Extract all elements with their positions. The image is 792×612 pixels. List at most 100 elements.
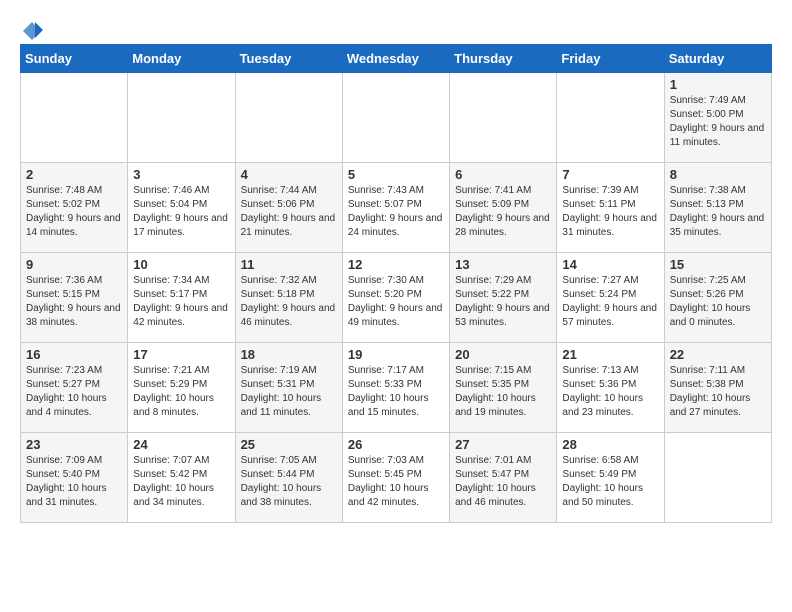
day-number: 19 bbox=[348, 347, 444, 362]
calendar-empty-cell bbox=[235, 73, 342, 163]
calendar-day-15: 15 Sunrise: 7:25 AM Sunset: 5:26 PM Dayli… bbox=[664, 253, 771, 343]
calendar-day-21: 21 Sunrise: 7:13 AM Sunset: 5:36 PM Dayli… bbox=[557, 343, 664, 433]
calendar-empty-cell bbox=[342, 73, 449, 163]
day-number: 11 bbox=[241, 257, 337, 272]
calendar-day-17: 17Sunrise: 7:21 AM Sunset: 5:29 PM Dayli… bbox=[128, 343, 235, 433]
day-info: Sunrise: 7:44 AM Sunset: 5:06 PM Dayligh… bbox=[241, 184, 337, 240]
day-number: 14 bbox=[562, 257, 658, 272]
calendar-empty-cell bbox=[557, 73, 664, 163]
day-number: 12 bbox=[348, 257, 444, 272]
day-info: Sunrise: 7:09 AM Sunset: 5:40 PM Dayligh… bbox=[26, 454, 122, 510]
day-info: Sunrise: 7:17 AM Sunset: 5:33 PM Dayligh… bbox=[348, 364, 444, 420]
calendar-day-14: 14 Sunrise: 7:27 AM Sunset: 5:24 PM Dayli… bbox=[557, 253, 664, 343]
day-number: 15 bbox=[670, 257, 766, 272]
calendar-day-1: 1 Sunrise: 7:49 AM Sunset: 5:00 PM Daylig… bbox=[664, 73, 771, 163]
day-number: 22 bbox=[670, 347, 766, 362]
weekday-header-friday: Friday bbox=[557, 45, 664, 73]
day-info: Sunrise: 7:07 AM Sunset: 5:42 PM Dayligh… bbox=[133, 454, 229, 510]
day-info: Sunrise: 7:29 AM Sunset: 5:22 PM Dayligh… bbox=[455, 274, 551, 330]
day-number: 10 bbox=[133, 257, 229, 272]
logo-icon bbox=[21, 20, 43, 42]
day-number: 9 bbox=[26, 257, 122, 272]
day-number: 20 bbox=[455, 347, 551, 362]
weekday-header-monday: Monday bbox=[128, 45, 235, 73]
day-number: 6 bbox=[455, 167, 551, 182]
day-info: Sunrise: 7:03 AM Sunset: 5:45 PM Dayligh… bbox=[348, 454, 444, 510]
day-info: Sunrise: 7:36 AM Sunset: 5:15 PM Dayligh… bbox=[26, 274, 122, 330]
calendar-day-10: 10 Sunrise: 7:34 AM Sunset: 5:17 PM Dayli… bbox=[128, 253, 235, 343]
day-info: Sunrise: 6:58 AM Sunset: 5:49 PM Dayligh… bbox=[562, 454, 658, 510]
calendar-week-row: 1 Sunrise: 7:49 AM Sunset: 5:00 PM Daylig… bbox=[21, 73, 772, 163]
calendar-table: SundayMondayTuesdayWednesdayThursdayFrid… bbox=[20, 44, 772, 523]
day-info: Sunrise: 7:15 AM Sunset: 5:35 PM Dayligh… bbox=[455, 364, 551, 420]
day-number: 21 bbox=[562, 347, 658, 362]
calendar-day-7: 7 Sunrise: 7:39 AM Sunset: 5:11 PM Daylig… bbox=[557, 163, 664, 253]
calendar-day-24: 24 Sunrise: 7:07 AM Sunset: 5:42 PM Dayli… bbox=[128, 433, 235, 523]
day-info: Sunrise: 7:38 AM Sunset: 5:13 PM Dayligh… bbox=[670, 184, 766, 240]
calendar-week-row: 16 Sunrise: 7:23 AM Sunset: 5:27 PM Dayli… bbox=[21, 343, 772, 433]
day-info: Sunrise: 7:41 AM Sunset: 5:09 PM Dayligh… bbox=[455, 184, 551, 240]
day-info: Sunrise: 7:43 AM Sunset: 5:07 PM Dayligh… bbox=[348, 184, 444, 240]
calendar-day-6: 6 Sunrise: 7:41 AM Sunset: 5:09 PM Daylig… bbox=[450, 163, 557, 253]
calendar-day-25: 25 Sunrise: 7:05 AM Sunset: 5:44 PM Dayli… bbox=[235, 433, 342, 523]
day-number: 2 bbox=[26, 167, 122, 182]
calendar-day-22: 22 Sunrise: 7:11 AM Sunset: 5:38 PM Dayli… bbox=[664, 343, 771, 433]
day-info: Sunrise: 7:30 AM Sunset: 5:20 PM Dayligh… bbox=[348, 274, 444, 330]
calendar-day-8: 8 Sunrise: 7:38 AM Sunset: 5:13 PM Daylig… bbox=[664, 163, 771, 253]
calendar-day-3: 3 Sunrise: 7:46 AM Sunset: 5:04 PM Daylig… bbox=[128, 163, 235, 253]
calendar-empty-cell bbox=[450, 73, 557, 163]
day-info: Sunrise: 7:27 AM Sunset: 5:24 PM Dayligh… bbox=[562, 274, 658, 330]
day-number: 24 bbox=[133, 437, 229, 452]
calendar-day-2: 2 Sunrise: 7:48 AM Sunset: 5:02 PM Daylig… bbox=[21, 163, 128, 253]
logo bbox=[20, 20, 44, 36]
day-info: Sunrise: 7:34 AM Sunset: 5:17 PM Dayligh… bbox=[133, 274, 229, 330]
calendar-day-11: 11Sunrise: 7:32 AM Sunset: 5:18 PM Dayli… bbox=[235, 253, 342, 343]
day-number: 5 bbox=[348, 167, 444, 182]
calendar-day-12: 12 Sunrise: 7:30 AM Sunset: 5:20 PM Dayli… bbox=[342, 253, 449, 343]
day-info: Sunrise: 7:49 AM Sunset: 5:00 PM Dayligh… bbox=[670, 94, 766, 150]
calendar-day-23: 23 Sunrise: 7:09 AM Sunset: 5:40 PM Dayli… bbox=[21, 433, 128, 523]
calendar-empty-cell bbox=[664, 433, 771, 523]
calendar-week-row: 2 Sunrise: 7:48 AM Sunset: 5:02 PM Daylig… bbox=[21, 163, 772, 253]
calendar-day-5: 5 Sunrise: 7:43 AM Sunset: 5:07 PM Daylig… bbox=[342, 163, 449, 253]
day-number: 7 bbox=[562, 167, 658, 182]
day-number: 3 bbox=[133, 167, 229, 182]
calendar-week-row: 23 Sunrise: 7:09 AM Sunset: 5:40 PM Dayli… bbox=[21, 433, 772, 523]
calendar-week-row: 9 Sunrise: 7:36 AM Sunset: 5:15 PM Daylig… bbox=[21, 253, 772, 343]
calendar-day-9: 9 Sunrise: 7:36 AM Sunset: 5:15 PM Daylig… bbox=[21, 253, 128, 343]
weekday-header-saturday: Saturday bbox=[664, 45, 771, 73]
calendar-day-13: 13 Sunrise: 7:29 AM Sunset: 5:22 PM Dayli… bbox=[450, 253, 557, 343]
calendar-empty-cell bbox=[128, 73, 235, 163]
day-info: Sunrise: 7:25 AM Sunset: 5:26 PM Dayligh… bbox=[670, 274, 766, 330]
day-number: 28 bbox=[562, 437, 658, 452]
calendar-day-18: 18 Sunrise: 7:19 AM Sunset: 5:31 PM Dayli… bbox=[235, 343, 342, 433]
day-info: Sunrise: 7:13 AM Sunset: 5:36 PM Dayligh… bbox=[562, 364, 658, 420]
day-number: 8 bbox=[670, 167, 766, 182]
weekday-header-wednesday: Wednesday bbox=[342, 45, 449, 73]
day-info: Sunrise: 7:48 AM Sunset: 5:02 PM Dayligh… bbox=[26, 184, 122, 240]
day-number: 27 bbox=[455, 437, 551, 452]
calendar-day-26: 26 Sunrise: 7:03 AM Sunset: 5:45 PM Dayli… bbox=[342, 433, 449, 523]
calendar-day-16: 16 Sunrise: 7:23 AM Sunset: 5:27 PM Dayli… bbox=[21, 343, 128, 433]
weekday-header-row: SundayMondayTuesdayWednesdayThursdayFrid… bbox=[21, 45, 772, 73]
calendar-day-20: 20 Sunrise: 7:15 AM Sunset: 5:35 PM Dayli… bbox=[450, 343, 557, 433]
day-number: 4 bbox=[241, 167, 337, 182]
day-number: 13 bbox=[455, 257, 551, 272]
day-number: 25 bbox=[241, 437, 337, 452]
day-info: Sunrise: 7:23 AM Sunset: 5:27 PM Dayligh… bbox=[26, 364, 122, 420]
calendar-day-28: 28 Sunrise: 6:58 AM Sunset: 5:49 PM Dayli… bbox=[557, 433, 664, 523]
day-info: Sunrise: 7:05 AM Sunset: 5:44 PM Dayligh… bbox=[241, 454, 337, 510]
weekday-header-tuesday: Tuesday bbox=[235, 45, 342, 73]
day-info: Sunrise: 7:11 AM Sunset: 5:38 PM Dayligh… bbox=[670, 364, 766, 420]
day-info: Sunrise: 7:46 AM Sunset: 5:04 PM Dayligh… bbox=[133, 184, 229, 240]
day-number: 16 bbox=[26, 347, 122, 362]
day-info: Sunrise: 7:39 AM Sunset: 5:11 PM Dayligh… bbox=[562, 184, 658, 240]
day-number: 23 bbox=[26, 437, 122, 452]
calendar-day-19: 19 Sunrise: 7:17 AM Sunset: 5:33 PM Dayli… bbox=[342, 343, 449, 433]
day-number: 1 bbox=[670, 77, 766, 92]
calendar-empty-cell bbox=[21, 73, 128, 163]
calendar-day-27: 27Sunrise: 7:01 AM Sunset: 5:47 PM Dayli… bbox=[450, 433, 557, 523]
day-number: 26 bbox=[348, 437, 444, 452]
day-number: 18 bbox=[241, 347, 337, 362]
day-info: Sunrise: 7:19 AM Sunset: 5:31 PM Dayligh… bbox=[241, 364, 337, 420]
